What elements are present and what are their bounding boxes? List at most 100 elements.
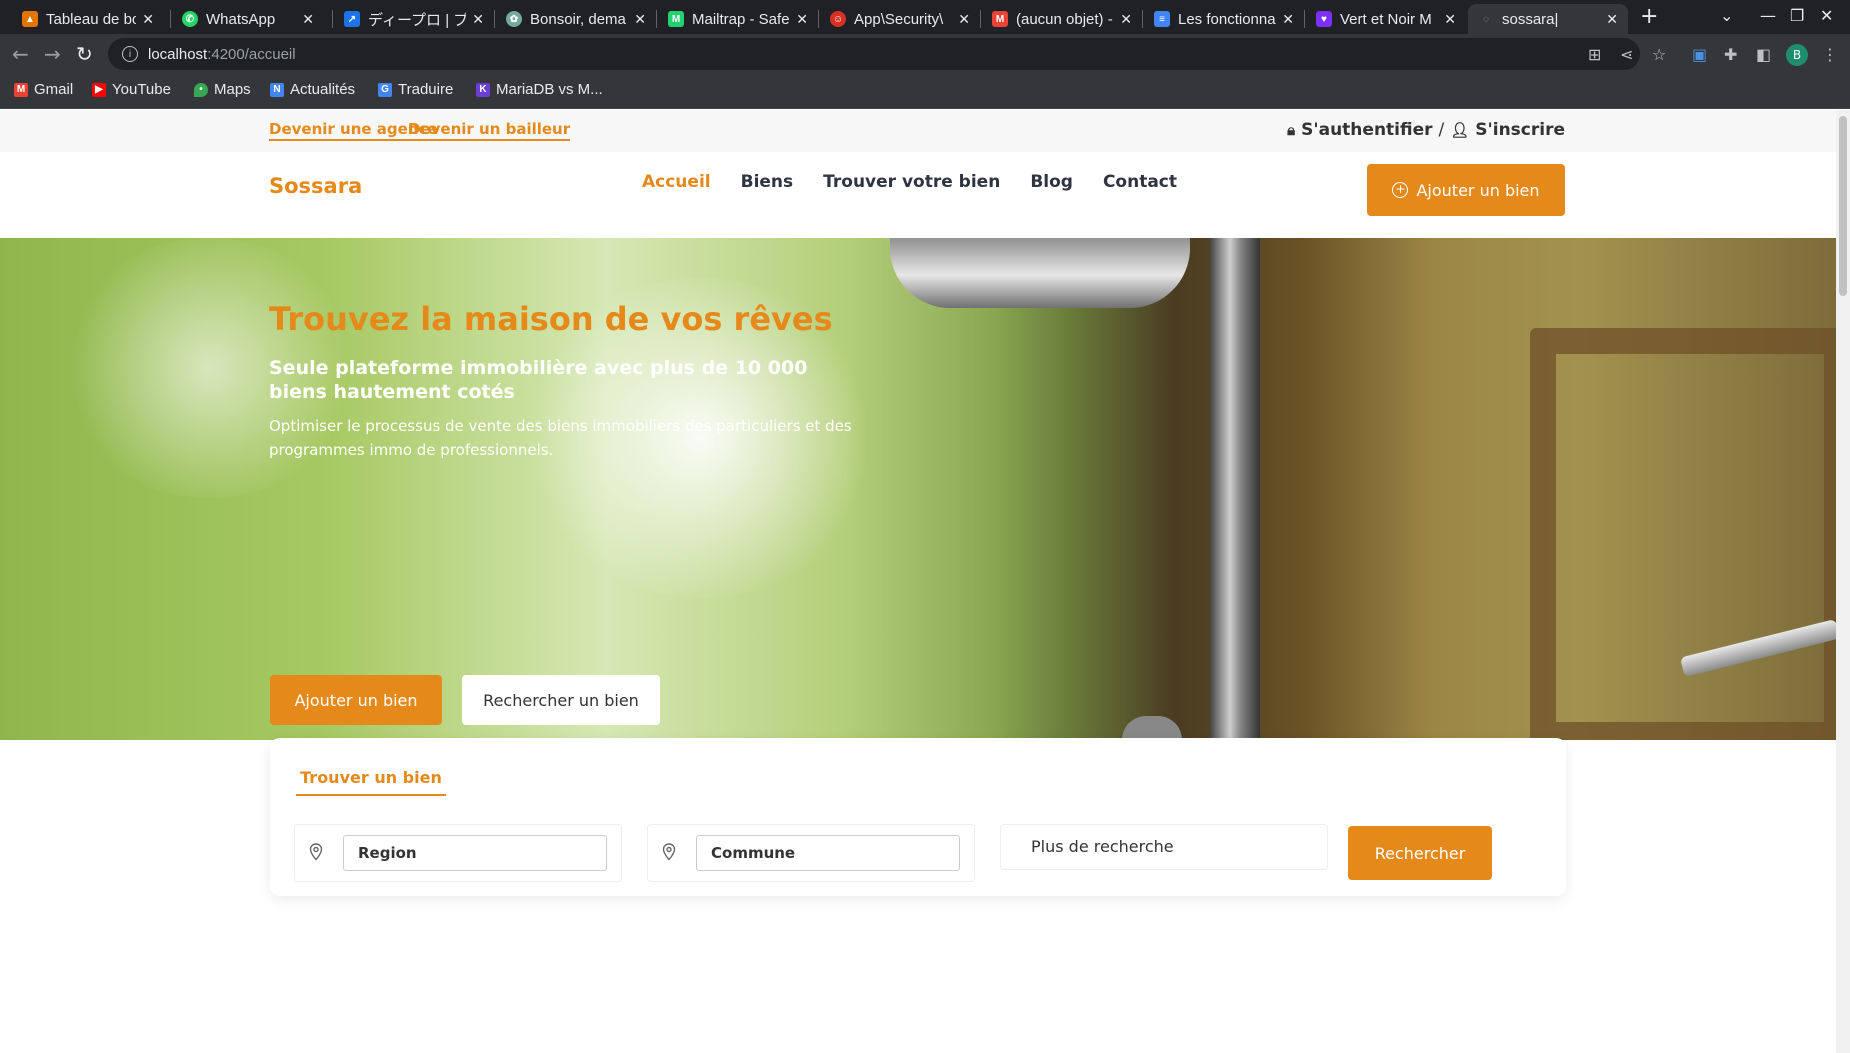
nav-biens[interactable]: Biens — [741, 172, 794, 192]
become-landlord-link[interactable]: Devenir un bailleur — [408, 120, 571, 141]
extension-fi-icon[interactable]: ▣ — [1692, 45, 1707, 64]
browser-tab[interactable]: ✆ WhatsApp ✕ — [172, 4, 324, 34]
bookmark-mariadb[interactable]: K MariaDB vs M... — [476, 81, 603, 98]
main-navbar: Sossara Accueil Biens Trouver votre bien… — [0, 152, 1836, 238]
loading-icon: ◌ — [1483, 13, 1489, 25]
hero-search-property-button[interactable]: Rechercher un bien — [462, 675, 660, 725]
hero-door-stop — [1122, 716, 1182, 740]
lock-icon: 🔒︎ — [1287, 121, 1296, 139]
hero-description: Optimiser le processus de vente des bien… — [269, 417, 852, 459]
browser-tab[interactable]: ✿ Bonsoir, dema ✕ — [496, 4, 656, 34]
close-tab-icon[interactable]: ✕ — [1282, 11, 1294, 28]
kinsta-icon: K — [476, 82, 490, 97]
browser-tab[interactable]: ▲ Tableau de bo ✕ — [12, 4, 164, 34]
extensions-puzzle-icon[interactable]: ✚ — [1724, 45, 1737, 64]
commune-field: Commune — [647, 824, 975, 882]
more-search-toggle[interactable]: Plus de recherche — [1000, 824, 1328, 870]
page-viewport: Devenir une agence Devenir un bailleur 🔒… — [0, 110, 1836, 1053]
bookmark-actualites[interactable]: N Actualités — [270, 81, 355, 98]
new-tab-icon[interactable]: + — [1640, 4, 1658, 29]
hero-door-bar — [1210, 238, 1260, 740]
maps-icon: • — [194, 82, 208, 97]
reload-icon[interactable]: ↻ — [76, 42, 93, 66]
page-scrollbar[interactable] — [1836, 110, 1850, 1053]
bookmark-maps[interactable]: • Maps — [194, 81, 251, 98]
search-submit-button[interactable]: Rechercher — [1348, 826, 1492, 880]
minimize-icon[interactable]: — — [1760, 6, 1776, 25]
close-tab-icon[interactable]: ✕ — [796, 11, 808, 28]
auth-links: 🔒︎ S'authentifier / 👤︎ S'inscrire — [1287, 120, 1565, 140]
restore-icon[interactable]: ❐ — [1790, 6, 1804, 25]
close-window-icon[interactable]: ✕ — [1820, 6, 1833, 25]
whatsapp-icon: ✆ — [182, 11, 198, 27]
pin-icon: ↗ — [344, 11, 360, 27]
add-property-button[interactable]: + Ajouter un bien — [1367, 164, 1565, 216]
bookmark-youtube[interactable]: ▶ YouTube — [92, 81, 171, 98]
translate-icon[interactable]: ⊞ — [1588, 45, 1601, 64]
nav-contact[interactable]: Contact — [1103, 172, 1177, 192]
bookmark-gmail[interactable]: M Gmail — [14, 81, 73, 98]
browser-toolbar: ← → ↻ i localhost:4200/accueil ⊞ ⋖ ☆ ▣ ✚… — [0, 34, 1850, 74]
back-icon[interactable]: ← — [12, 42, 29, 66]
flame-icon: ▲ — [22, 11, 38, 27]
close-tab-icon[interactable]: ✕ — [1120, 11, 1132, 28]
scrollbar-thumb[interactable] — [1839, 116, 1847, 296]
hero-section: Trouvez la maison de vos rêves Seule pla… — [0, 238, 1836, 740]
docs-icon: ≡ — [1154, 11, 1170, 27]
browser-tab[interactable]: ≡ Les fonctionna ✕ — [1144, 4, 1304, 34]
address-bar[interactable]: i localhost:4200/accueil — [108, 38, 1640, 70]
search-card: Trouver un bien Region Commune Plus de r… — [270, 738, 1566, 896]
nav-accueil[interactable]: Accueil — [642, 172, 711, 192]
register-link[interactable]: S'inscrire — [1475, 120, 1565, 140]
region-field: Region — [294, 824, 622, 882]
top-strip: Devenir une agence Devenir un bailleur 🔒… — [0, 110, 1836, 152]
bookmark-star-icon[interactable]: ☆ — [1652, 45, 1666, 64]
hero-add-property-button[interactable]: Ajouter un bien — [270, 675, 442, 725]
site-info-icon[interactable]: i — [122, 46, 138, 62]
share-icon[interactable]: ⋖ — [1620, 45, 1633, 64]
youtube-icon: ▶ — [92, 82, 106, 97]
translate-icon: G — [378, 82, 392, 97]
close-tab-icon[interactable]: ✕ — [634, 11, 646, 28]
close-tab-icon[interactable]: ✕ — [1606, 11, 1618, 28]
browser-tab[interactable]: ☺ App\Security\ ✕ — [820, 4, 980, 34]
nav-trouver-votre-bien[interactable]: Trouver votre bien — [823, 172, 1000, 192]
auth-separator: / — [1438, 120, 1445, 140]
bookmarks-bar: M Gmail ▶ YouTube • Maps N Actualités G … — [0, 74, 1850, 109]
close-tab-icon[interactable]: ✕ — [1444, 11, 1456, 28]
nav-blog[interactable]: Blog — [1030, 172, 1073, 192]
gmail-icon: M — [992, 11, 1008, 27]
forward-icon[interactable]: → — [44, 42, 61, 66]
menu-dots-icon[interactable]: ⋮ — [1822, 45, 1838, 64]
nav-links: Accueil Biens Trouver votre bien Blog Co… — [642, 172, 1177, 192]
gmail-icon: M — [14, 82, 28, 97]
commune-input[interactable]: Commune — [696, 835, 960, 871]
tab-search-icon[interactable]: ⌄ — [1720, 6, 1733, 25]
browser-tab[interactable]: M Mailtrap - Safe ✕ — [658, 4, 818, 34]
chatgpt-icon: ✿ — [506, 11, 522, 27]
map-pin-icon — [309, 843, 323, 861]
browser-tab[interactable]: ↗ ディープロ | プ ✕ — [334, 4, 494, 34]
bookmark-traduire[interactable]: G Traduire — [378, 81, 453, 98]
profile-avatar[interactable]: B — [1786, 44, 1808, 66]
browser-tab-strip: ▲ Tableau de bo ✕ ✆ WhatsApp ✕ ↗ ディープロ |… — [0, 0, 1850, 34]
news-icon: N — [270, 82, 284, 97]
browser-tab[interactable]: M (aucun objet) - ✕ — [982, 4, 1142, 34]
close-tab-icon[interactable]: ✕ — [958, 11, 970, 28]
tab-find-property[interactable]: Trouver un bien — [296, 766, 446, 796]
region-input[interactable]: Region — [343, 835, 607, 871]
browser-tab-active[interactable]: ◌ sossara| ✕ — [1468, 4, 1628, 34]
login-link[interactable]: S'authentifier — [1301, 120, 1432, 140]
user-icon: 👤︎ — [1450, 121, 1470, 139]
close-tab-icon[interactable]: ✕ — [302, 11, 314, 28]
side-panel-icon[interactable]: ◧ — [1756, 45, 1771, 64]
site-logo[interactable]: Sossara — [269, 174, 362, 198]
close-tab-icon[interactable]: ✕ — [142, 11, 154, 28]
canva-icon: ♥ — [1316, 11, 1332, 27]
plus-circle-icon: + — [1392, 182, 1409, 198]
map-pin-icon — [662, 843, 676, 861]
browser-tab[interactable]: ♥ Vert et Noir M ✕ — [1306, 4, 1466, 34]
hero-door-knob — [890, 238, 1190, 308]
hero-door-frame — [1530, 328, 1836, 740]
close-tab-icon[interactable]: ✕ — [472, 11, 484, 28]
